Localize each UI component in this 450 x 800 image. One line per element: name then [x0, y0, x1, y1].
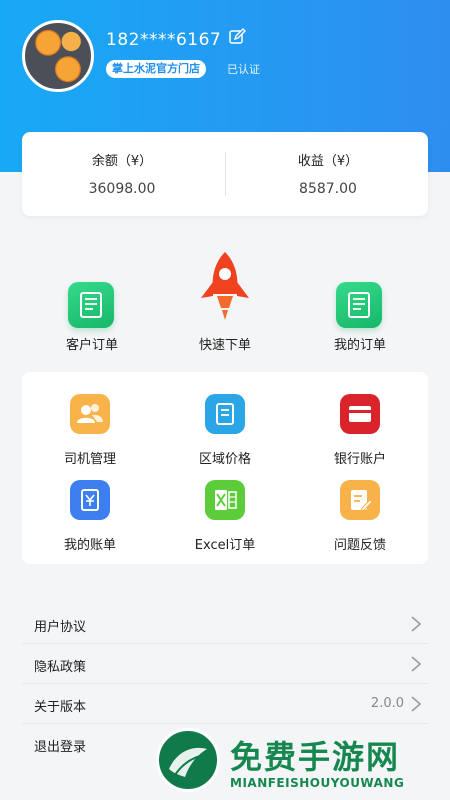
divider — [225, 152, 226, 196]
customer-orders-button[interactable]: 客户订单 — [32, 250, 152, 360]
edit-icon[interactable] — [228, 28, 246, 46]
card-icon — [340, 394, 380, 434]
excel-orders-label: Excel订单 — [194, 538, 256, 553]
chevron-right-icon — [411, 616, 422, 632]
chevron-right-icon — [411, 696, 422, 712]
balance-label: 余额（¥） — [91, 154, 153, 169]
chevron-right-icon — [411, 656, 422, 672]
watermark-title: 免费手游网 — [230, 738, 401, 776]
menu-item-about-version[interactable]: 关于版本 2.0.0 — [22, 684, 428, 724]
menu-item-user-agreement[interactable]: 用户协议 — [22, 604, 428, 644]
document-icon — [68, 282, 114, 328]
regional-price-button[interactable]: 区域价格 — [165, 394, 285, 470]
quick-order-button[interactable]: 快速下单 — [165, 250, 285, 360]
balance-card: 余额（¥） 36098.00 收益（¥） 8587.00 — [22, 132, 428, 216]
income-value: 8587.00 — [299, 181, 357, 197]
quick-actions: 客户订单 快速下单 我的订单 — [0, 250, 450, 360]
feedback-label: 问题反馈 — [333, 538, 386, 553]
users-icon — [70, 394, 110, 434]
shop-badge: 掌上水泥官方门店 — [106, 60, 206, 78]
verified-status: 已认证 — [227, 63, 260, 76]
feedback-icon — [340, 480, 380, 520]
menu-item-label: 用户协议 — [34, 620, 87, 635]
my-orders-label: 我的订单 — [333, 338, 386, 353]
income-label: 收益（¥） — [297, 154, 359, 169]
feature-grid: 司机管理 区域价格 银行账户 我的账单 Excel订单 问题反馈 — [22, 372, 428, 564]
avatar[interactable] — [22, 20, 94, 92]
feedback-button[interactable]: 问题反馈 — [300, 480, 420, 556]
my-bills-label: 我的账单 — [63, 538, 116, 553]
my-orders-button[interactable]: 我的订单 — [300, 250, 420, 360]
excel-orders-button[interactable]: Excel订单 — [165, 480, 285, 556]
watermark-subtitle: MIANFEISHOUYOUWANG — [230, 776, 405, 790]
balance-section[interactable]: 余额（¥） 36098.00 — [22, 150, 222, 197]
bank-account-label: 银行账户 — [333, 452, 386, 467]
document-icon — [336, 282, 382, 328]
book-icon — [205, 394, 245, 434]
customer-orders-label: 客户订单 — [65, 338, 118, 353]
menu-item-label: 隐私政策 — [34, 660, 87, 675]
rocket-icon — [201, 252, 249, 320]
quick-order-label: 快速下单 — [198, 338, 251, 353]
menu-item-label: 退出登录 — [34, 740, 87, 755]
menu-item-privacy-policy[interactable]: 隐私政策 — [22, 644, 428, 684]
phone-number: 182****6167 — [106, 30, 222, 50]
bank-account-button[interactable]: 银行账户 — [300, 394, 420, 470]
income-section[interactable]: 收益（¥） 8587.00 — [228, 150, 428, 197]
watermark: 免费手游网 MIANFEISHOUYOUWANG — [150, 728, 450, 800]
regional-price-label: 区域价格 — [198, 452, 251, 467]
menu-item-label: 关于版本 — [34, 700, 87, 715]
my-bills-button[interactable]: 我的账单 — [30, 480, 150, 556]
driver-management-label: 司机管理 — [63, 452, 116, 467]
driver-management-button[interactable]: 司机管理 — [30, 394, 150, 470]
version-value: 2.0.0 — [370, 696, 404, 711]
balance-value: 36098.00 — [88, 181, 156, 197]
excel-icon — [205, 480, 245, 520]
bill-icon — [70, 480, 110, 520]
watermark-logo-icon — [156, 728, 220, 792]
